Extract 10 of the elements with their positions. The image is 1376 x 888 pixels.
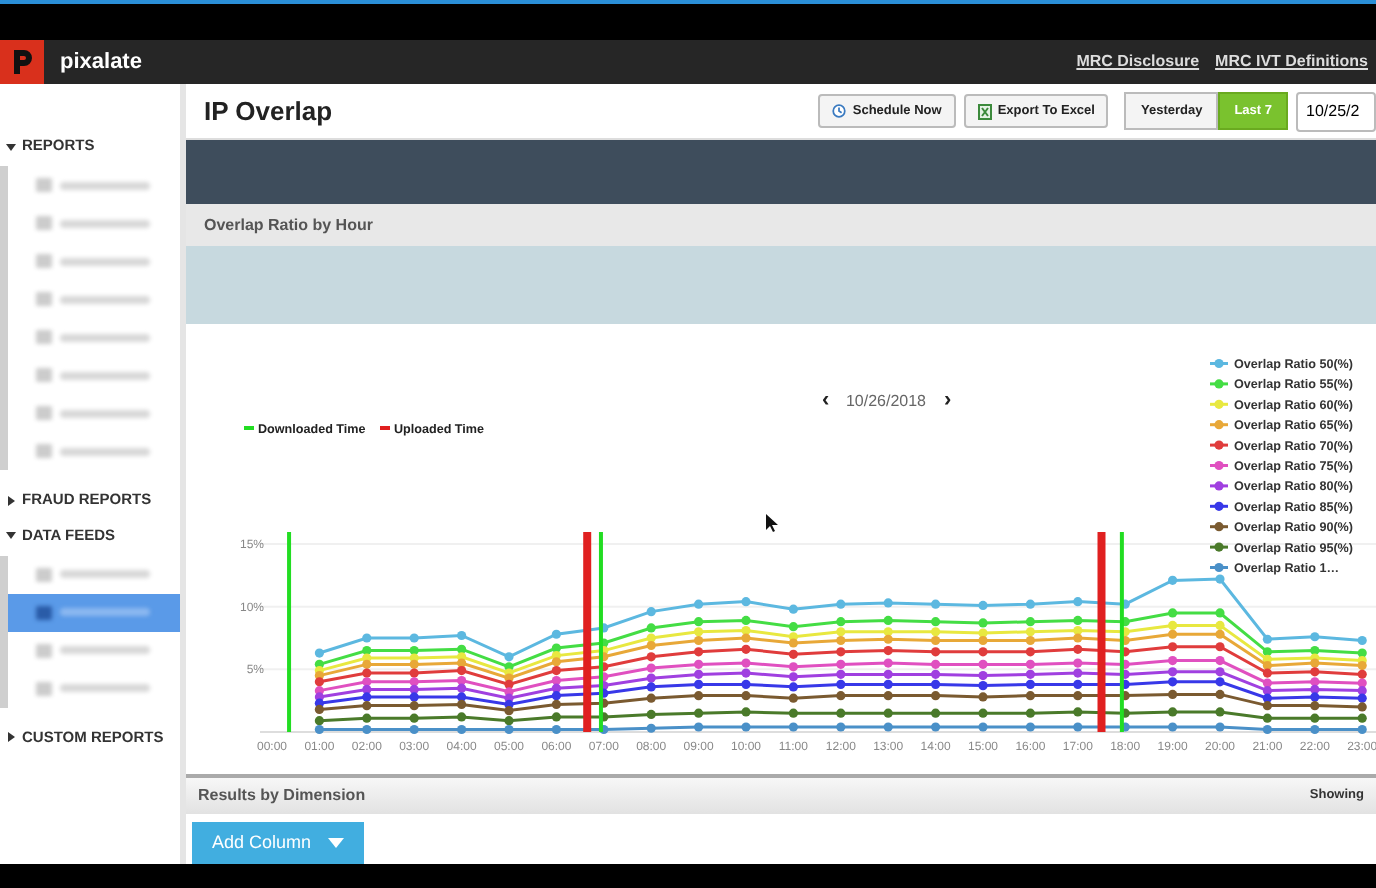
- date-label: 10/26/2018: [845, 392, 927, 410]
- section-title: Results by Dimension: [198, 784, 366, 808]
- header-link[interactable]: MRC Disclosure: [1076, 50, 1200, 74]
- brand-name: pixalate: [60, 47, 142, 78]
- page-title: IP Overlap: [204, 93, 333, 130]
- date-field[interactable]: 10/25/2: [1296, 91, 1376, 131]
- header-link[interactable]: MRC IVT Definitions: [1215, 50, 1368, 74]
- next-arrow[interactable]: ›: [944, 388, 952, 412]
- panel-title: Overlap Ratio by Hour: [186, 204, 1376, 246]
- previous-arrow[interactable]: ‹: [822, 388, 830, 412]
